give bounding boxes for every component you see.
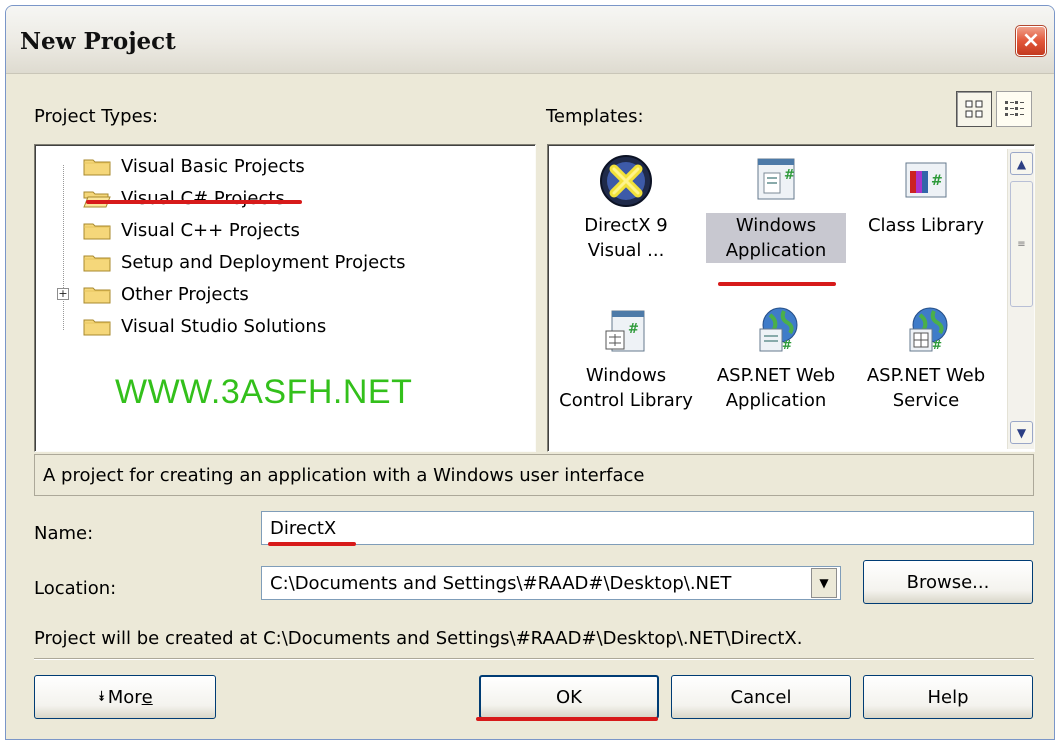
project-path-summary: Project will be created at C:\Documents …: [34, 628, 803, 649]
folder-icon: [83, 159, 111, 176]
annotation-underline: [476, 717, 658, 721]
tree-item-label: Visual Studio Solutions: [121, 315, 327, 337]
template-aspnet-web-application[interactable]: # ASP.NET Web Application: [706, 303, 846, 413]
template-label-line1: Windows: [585, 365, 667, 386]
tree-item-vs-solutions[interactable]: Visual Studio Solutions: [83, 311, 328, 341]
scroll-down-icon: ▼: [1016, 425, 1027, 440]
chevron-down-icon: ▼: [819, 576, 829, 590]
folder-icon: [83, 287, 111, 304]
folder-open-icon: [83, 191, 111, 208]
ok-label: OK: [556, 686, 582, 708]
double-chevron-down-icon: ⯯: [97, 689, 106, 705]
folder-icon: [83, 319, 111, 336]
browse-button[interactable]: Browse...: [863, 560, 1033, 604]
location-combo[interactable]: C:\Documents and Settings\#RAAD#\Desktop…: [261, 566, 841, 600]
svg-text:#: #: [931, 173, 943, 189]
more-button[interactable]: ⯯ Mor e: [34, 675, 216, 719]
location-dropdown-button[interactable]: ▼: [811, 568, 837, 598]
template-label-line1: DirectX 9: [584, 215, 668, 236]
template-description: A project for creating an application wi…: [34, 454, 1034, 496]
scroll-down-button[interactable]: ▼: [1010, 421, 1033, 444]
template-directx[interactable]: DirectX 9 Visual ...: [556, 153, 696, 263]
scroll-thumb[interactable]: ≡: [1010, 181, 1033, 307]
annotation-underline: [268, 542, 356, 546]
large-icons-view-icon: [965, 100, 983, 118]
folder-icon: [83, 223, 111, 240]
annotation-underline: [718, 282, 836, 286]
cancel-button[interactable]: Cancel: [671, 675, 851, 719]
directx-icon: [600, 155, 652, 207]
folder-icon: [83, 255, 111, 272]
template-aspnet-web-service[interactable]: # ASP.NET Web Service: [856, 303, 996, 413]
new-project-dialog: New Project × Project Types: Templates:: [5, 5, 1055, 740]
template-label-line2: Application: [706, 238, 846, 263]
watermark-text: WWW.3ASFH.NET: [115, 373, 413, 411]
description-text: A project for creating an application wi…: [43, 464, 645, 486]
tree-item-setup-deployment[interactable]: Setup and Deployment Projects: [83, 247, 407, 277]
name-input[interactable]: DirectX: [261, 511, 1034, 545]
template-class-library[interactable]: # Class Library: [856, 153, 996, 238]
template-label-line1: Windows: [706, 213, 846, 238]
title-bar[interactable]: New Project ×: [6, 6, 1054, 74]
close-icon: ×: [1021, 28, 1041, 53]
template-windows-control-library[interactable]: # Windows Control Library: [556, 303, 696, 413]
ok-button[interactable]: OK: [479, 675, 659, 719]
cancel-label: Cancel: [730, 686, 792, 708]
svg-text:#: #: [932, 338, 942, 352]
help-button[interactable]: Help: [863, 675, 1033, 719]
footer-divider: [34, 658, 1034, 660]
name-input-value: DirectX: [270, 517, 337, 539]
tree-item-visual-basic[interactable]: Visual Basic Projects: [83, 151, 307, 181]
annotation-underline: [86, 200, 302, 204]
name-label: Name:: [34, 523, 94, 544]
tree-item-label: Other Projects: [121, 283, 249, 305]
dialog-title: New Project: [20, 28, 176, 55]
template-label-line2: Control Library: [559, 390, 693, 411]
svg-text:#: #: [628, 322, 639, 337]
tree-connector: [63, 165, 64, 330]
grip-icon: ≡: [1017, 238, 1026, 250]
tree-item-label: Visual C++ Projects: [121, 219, 300, 241]
project-types-tree[interactable]: Visual Basic Projects Visual C# Projects…: [34, 144, 536, 452]
class-library-icon: #: [905, 162, 947, 198]
templates-list[interactable]: DirectX 9 Visual ... # Windows Applicati…: [547, 144, 1035, 452]
template-label-line1: ASP.NET Web: [866, 365, 986, 386]
templates-label: Templates:: [546, 106, 644, 127]
scroll-up-button[interactable]: ▲: [1010, 152, 1033, 175]
tree-item-label: Visual Basic Projects: [121, 155, 305, 177]
location-label: Location:: [34, 578, 117, 599]
more-label: Mor: [107, 686, 142, 708]
small-icons-view-icon: [1005, 101, 1024, 116]
close-button[interactable]: ×: [1015, 25, 1047, 57]
template-label-line2: Visual ...: [587, 240, 665, 261]
aspnet-web-application-icon: #: [759, 307, 798, 352]
more-accelerator: e: [141, 686, 153, 708]
browse-label: Browse...: [906, 571, 990, 593]
tree-item-label: Visual C# Projects: [121, 187, 285, 209]
svg-text:#: #: [782, 338, 792, 352]
template-windows-application[interactable]: # Windows Application: [706, 153, 846, 263]
small-icons-view-button[interactable]: [996, 91, 1032, 127]
windows-control-library-icon: #: [605, 310, 645, 352]
windows-application-icon: #: [757, 158, 795, 200]
location-value: C:\Documents and Settings\#RAAD#\Desktop…: [270, 572, 732, 594]
tree-item-visual-cpp[interactable]: Visual C++ Projects: [83, 215, 302, 245]
aspnet-web-service-icon: #: [909, 307, 948, 352]
tree-item-visual-csharp[interactable]: Visual C# Projects: [83, 183, 287, 213]
scroll-up-icon: ▲: [1016, 156, 1027, 171]
tree-item-other-projects[interactable]: Other Projects: [83, 279, 251, 309]
template-label-line1: ASP.NET Web: [716, 365, 836, 386]
template-label-line2: Application: [725, 390, 827, 411]
template-label-line2: Service: [892, 390, 960, 411]
expand-toggle[interactable]: +: [57, 288, 69, 300]
help-label: Help: [927, 686, 969, 708]
project-types-label: Project Types:: [34, 106, 159, 127]
tree-item-label: Setup and Deployment Projects: [121, 251, 406, 273]
view-toggle-group: [956, 91, 1036, 129]
svg-text:#: #: [784, 168, 795, 183]
templates-scrollbar[interactable]: ▲ ≡ ▼: [1007, 149, 1034, 449]
template-label-line1: Class Library: [867, 215, 984, 236]
large-icons-view-button[interactable]: [956, 91, 992, 127]
